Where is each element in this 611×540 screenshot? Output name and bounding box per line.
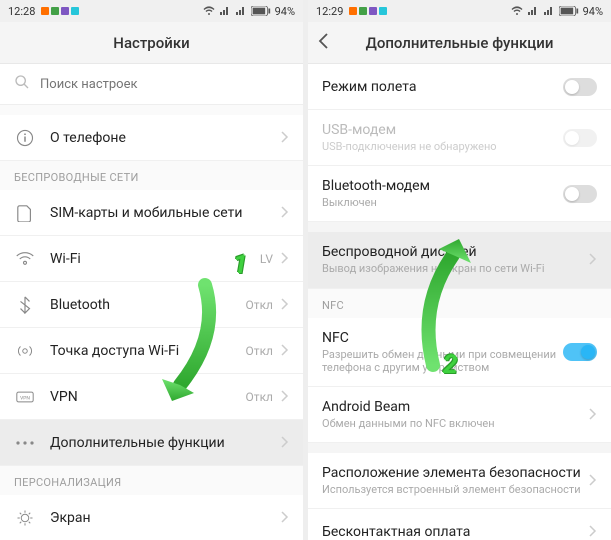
row-value: Откл bbox=[246, 298, 273, 312]
row-label: Расположение элемента безопасности bbox=[322, 465, 589, 481]
row-label: О телефоне bbox=[50, 130, 281, 146]
annotation-number-1: 1 bbox=[233, 250, 247, 280]
header: Настройки bbox=[0, 22, 303, 64]
row-label: Бесконтактная оплата bbox=[322, 524, 589, 540]
row-airplane[interactable]: Режим полета bbox=[308, 64, 611, 110]
row-label: NFC bbox=[322, 330, 563, 346]
row-label: VPN bbox=[50, 389, 246, 405]
status-battery: 94% bbox=[583, 5, 603, 18]
row-bluetooth[interactable]: Bluetooth Откл bbox=[0, 282, 303, 328]
row-bt-modem[interactable]: Bluetooth-модем Выключен bbox=[308, 166, 611, 222]
signal-icon bbox=[219, 5, 231, 17]
battery-icon bbox=[251, 6, 271, 16]
search-row[interactable] bbox=[0, 64, 303, 105]
section-nfc: NFC bbox=[308, 289, 611, 318]
row-label: Режим полета bbox=[322, 79, 563, 95]
section-personal: ПЕРСОНАЛИЗАЦИЯ bbox=[0, 466, 303, 495]
row-value: Откл bbox=[246, 344, 273, 358]
row-label: USB-модем bbox=[322, 122, 563, 138]
chevron-right-icon bbox=[281, 249, 289, 268]
statusbar: 12:29 94% bbox=[308, 0, 611, 22]
row-label: Wi-Fi bbox=[50, 251, 260, 267]
phone-left: 12:28 94% Настройки О телефоне БЕСПРОВОД… bbox=[0, 0, 303, 540]
vpn-icon: VPN bbox=[14, 390, 36, 404]
row-label: Беспроводной дисплей bbox=[322, 244, 589, 260]
svg-text:VPN: VPN bbox=[20, 395, 30, 401]
status-app-icons bbox=[349, 7, 387, 15]
status-app-icons bbox=[41, 7, 79, 15]
toggle-nfc[interactable] bbox=[563, 343, 597, 361]
back-button[interactable] bbox=[318, 33, 328, 53]
section-wireless: БЕСПРОВОДНЫЕ СЕТИ bbox=[0, 161, 303, 190]
phone-right: 12:29 94% Дополнительные функции Режим п… bbox=[308, 0, 611, 540]
row-label: SIM-карты и мобильные сети bbox=[50, 205, 281, 221]
row-hotspot[interactable]: Точка доступа Wi-Fi Откл bbox=[0, 328, 303, 374]
search-icon bbox=[14, 74, 30, 94]
chevron-right-icon bbox=[281, 341, 289, 360]
hotspot-icon bbox=[14, 342, 36, 360]
row-usb-modem: USB-модем USB-подключения не обнаружено bbox=[308, 110, 611, 166]
signal-icon-2 bbox=[235, 5, 247, 17]
bluetooth-icon bbox=[14, 296, 36, 314]
header: Дополнительные функции bbox=[308, 22, 611, 64]
status-time: 12:29 bbox=[316, 5, 343, 18]
annotation-number-2: 2 bbox=[443, 350, 457, 380]
toggle-bt-modem[interactable] bbox=[563, 185, 597, 203]
chevron-right-icon bbox=[589, 471, 597, 490]
row-wifi[interactable]: Wi-Fi LV bbox=[0, 236, 303, 282]
row-about[interactable]: О телефоне bbox=[0, 115, 303, 161]
row-sim[interactable]: SIM-карты и мобильные сети bbox=[0, 190, 303, 236]
row-value: LV bbox=[260, 252, 273, 266]
sim-icon bbox=[14, 204, 36, 222]
chevron-right-icon bbox=[281, 387, 289, 406]
row-vpn[interactable]: VPN VPN Откл bbox=[0, 374, 303, 420]
row-label: Экран bbox=[50, 510, 281, 526]
row-label: Дополнительные функции bbox=[50, 435, 281, 451]
chevron-right-icon bbox=[281, 128, 289, 147]
toggle-usb bbox=[563, 129, 597, 147]
row-sub: Обмен данными по NFC включен bbox=[322, 417, 589, 430]
battery-icon bbox=[559, 6, 579, 16]
row-value: Откл bbox=[246, 390, 273, 404]
row-nfc[interactable]: NFC Разрешить обмен данными при совмещен… bbox=[308, 318, 611, 387]
row-sub: Используется встроенный элемент безопасн… bbox=[322, 483, 589, 496]
row-label: Android Beam bbox=[322, 399, 589, 415]
more-icon bbox=[14, 440, 36, 446]
signal-icon bbox=[527, 5, 539, 17]
row-android-beam[interactable]: Android Beam Обмен данными по NFC включе… bbox=[308, 387, 611, 443]
row-label: Bluetooth-модем bbox=[322, 178, 563, 194]
row-screen[interactable]: Экран bbox=[0, 495, 303, 540]
row-more[interactable]: Дополнительные функции bbox=[0, 420, 303, 466]
row-sub: Вывод изображения на экран по сети Wi-Fi bbox=[322, 262, 589, 275]
status-battery: 94% bbox=[275, 5, 295, 18]
search-input[interactable] bbox=[40, 77, 289, 92]
row-contactless-pay[interactable]: Бесконтактная оплата bbox=[308, 509, 611, 540]
chevron-right-icon bbox=[589, 405, 597, 424]
signal-icon-2 bbox=[543, 5, 555, 17]
wifi-icon bbox=[511, 5, 523, 17]
row-label: Bluetooth bbox=[50, 297, 246, 313]
row-label: Точка доступа Wi-Fi bbox=[50, 343, 246, 359]
chevron-right-icon bbox=[281, 508, 289, 527]
chevron-right-icon bbox=[589, 522, 597, 540]
row-sub: USB-подключения не обнаружено bbox=[322, 140, 563, 153]
page-title: Дополнительные функции bbox=[366, 34, 554, 52]
wifi-icon bbox=[14, 252, 36, 266]
statusbar: 12:28 94% bbox=[0, 0, 303, 22]
chevron-right-icon bbox=[281, 203, 289, 222]
row-sec-element[interactable]: Расположение элемента безопасности Испол… bbox=[308, 453, 611, 509]
row-sub: Выключен bbox=[322, 196, 563, 209]
toggle-airplane[interactable] bbox=[563, 78, 597, 96]
page-title: Настройки bbox=[113, 34, 189, 52]
chevron-right-icon bbox=[589, 250, 597, 269]
chevron-right-icon bbox=[281, 295, 289, 314]
wifi-icon bbox=[203, 5, 215, 17]
status-time: 12:28 bbox=[8, 5, 35, 18]
chevron-right-icon bbox=[281, 433, 289, 452]
row-wireless-display[interactable]: Беспроводной дисплей Вывод изображения н… bbox=[308, 232, 611, 288]
display-icon bbox=[14, 509, 36, 527]
info-icon bbox=[14, 129, 36, 147]
